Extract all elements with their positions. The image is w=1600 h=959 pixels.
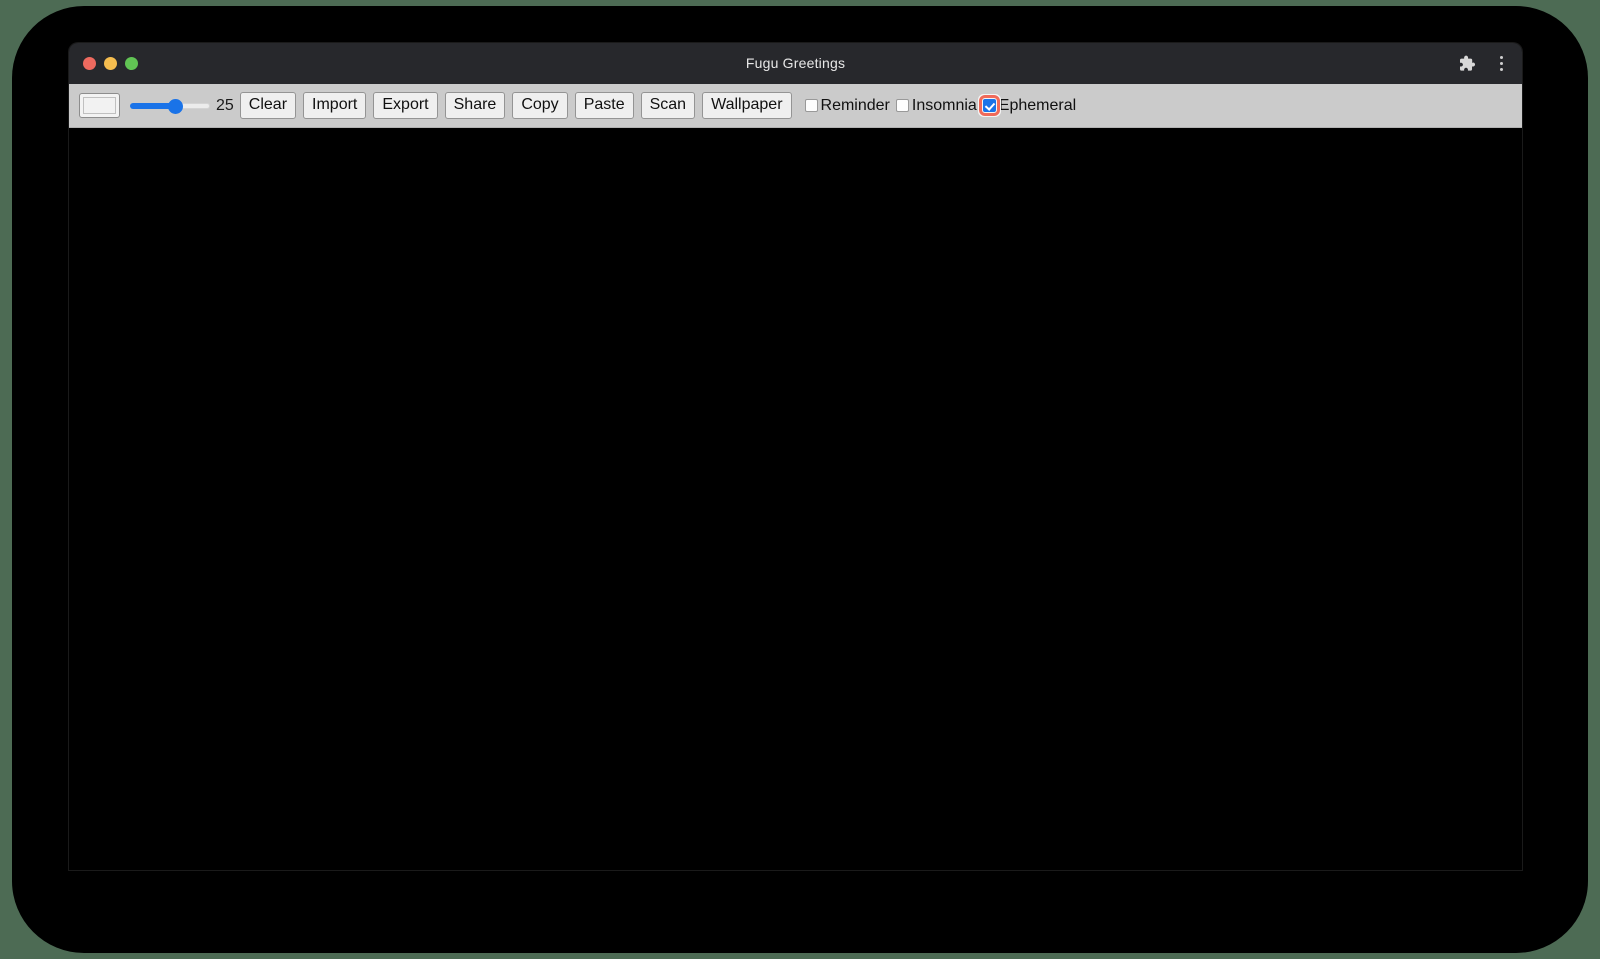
copy-button[interactable]: Copy: [512, 91, 568, 120]
paste-button[interactable]: Paste: [574, 91, 634, 120]
reminder-label: Reminder: [820, 96, 890, 114]
menu-dot: [1499, 56, 1503, 59]
window-title: Fugu Greetings: [745, 55, 846, 71]
reminder-checkbox[interactable]: [804, 99, 818, 112]
clear-button[interactable]: Clear: [239, 91, 297, 120]
share-button[interactable]: Share: [444, 91, 506, 120]
maximize-window-button[interactable]: [125, 57, 138, 70]
extensions-puzzle-icon[interactable]: [1457, 54, 1476, 73]
import-button[interactable]: Import: [303, 91, 367, 120]
export-button[interactable]: Export: [373, 91, 438, 120]
title-bar-actions: [1457, 43, 1510, 84]
browser-window: Fugu Greetings 25 Clear Import Export Sh…: [69, 43, 1522, 870]
menu-dot: [1499, 68, 1503, 71]
close-window-button[interactable]: [83, 57, 96, 70]
insomnia-label: Insomnia: [911, 96, 977, 114]
slider-thumb[interactable]: [168, 98, 183, 114]
traffic-lights: [83, 43, 138, 84]
line-width-value: 25: [216, 96, 234, 114]
app-toolbar: 25 Clear Import Export Share Copy Paste …: [69, 84, 1522, 128]
color-swatch: [83, 97, 116, 114]
three-dot-menu-icon[interactable]: [1492, 52, 1510, 76]
insomnia-checkbox[interactable]: [895, 99, 909, 112]
ephemeral-checkbox[interactable]: [978, 95, 1000, 116]
insomnia-checkbox-group[interactable]: Insomnia: [895, 96, 977, 114]
drawing-canvas[interactable]: [69, 128, 1522, 870]
title-bar: Fugu Greetings: [69, 43, 1522, 84]
desktop-backdrop: Fugu Greetings 25 Clear Import Export Sh…: [0, 0, 1600, 959]
device-frame: Fugu Greetings 25 Clear Import Export Sh…: [12, 6, 1588, 953]
line-width-slider[interactable]: [130, 96, 210, 116]
color-picker-input[interactable]: [79, 93, 120, 118]
reminder-checkbox-group[interactable]: Reminder: [804, 96, 890, 114]
minimize-window-button[interactable]: [104, 57, 117, 70]
ephemeral-label: Ephemeral: [998, 96, 1077, 114]
ephemeral-checkbox-group[interactable]: Ephemeral: [978, 95, 1077, 116]
menu-dot: [1499, 62, 1503, 65]
wallpaper-button[interactable]: Wallpaper: [702, 91, 792, 120]
scan-button[interactable]: Scan: [640, 91, 696, 120]
